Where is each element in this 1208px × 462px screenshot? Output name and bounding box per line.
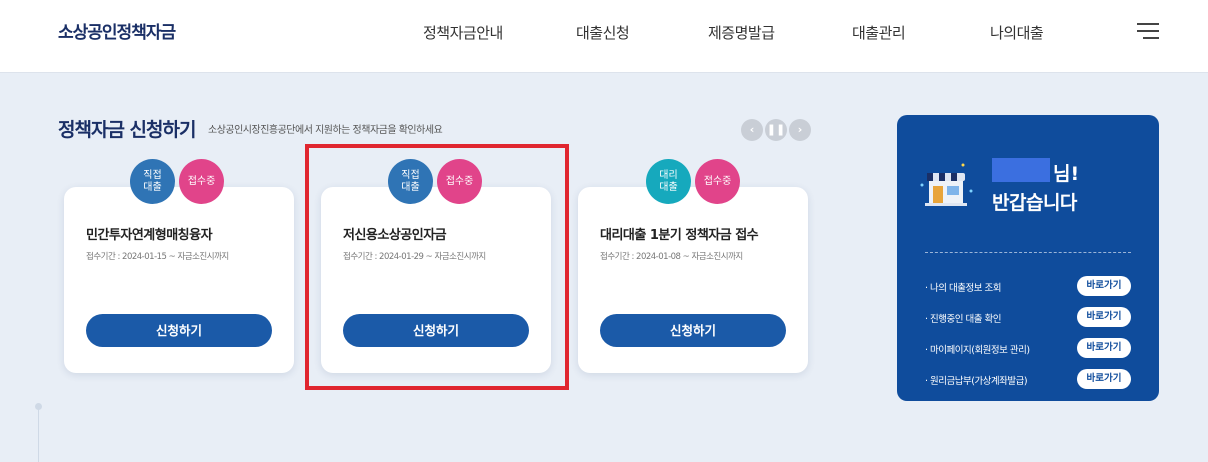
decorative-dot [35, 403, 42, 410]
carousel-prev-icon[interactable]: ‹ [741, 119, 763, 141]
quick-link-label: · 마이페이지(회원정보 관리) [925, 345, 1030, 356]
highlight-box [305, 144, 569, 390]
nav-certificate-issuance[interactable]: 제증명발급 [708, 22, 775, 43]
go-button[interactable]: 바로가기 [1077, 276, 1131, 296]
site-logo[interactable]: 소상공인정책자금 [58, 18, 176, 43]
hamburger-menu-icon[interactable] [1137, 23, 1159, 39]
decorative-line [38, 406, 39, 462]
nav-my-loans[interactable]: 나의대출 [990, 22, 1044, 43]
quick-link-row: · 나의 대출정보 조회 바로가기 [925, 276, 1131, 298]
fund-card-title: 대리대출 1분기 정책자금 접수 [600, 228, 759, 243]
fund-card: 민간투자연계형매칭융자 접수기간 : 2024-01-15 ~ 자금소진시까지 … [64, 187, 294, 373]
fund-card-period: 접수기간 : 2024-01-15 ~ 자금소진시까지 [86, 252, 229, 262]
user-name-redacted [992, 158, 1050, 182]
direct-loan-badge: 직접 대출 [130, 159, 175, 204]
nav-loan-management[interactable]: 대출관리 [852, 22, 906, 43]
nav-loan-application[interactable]: 대출신청 [576, 22, 630, 43]
go-button[interactable]: 바로가기 [1077, 369, 1131, 389]
fund-card: 대리대출 1분기 정책자금 접수 접수기간 : 2024-01-08 ~ 자금소… [578, 187, 808, 373]
quick-link-label: · 나의 대출정보 조회 [925, 283, 1002, 294]
shop-icon [920, 163, 973, 206]
go-button[interactable]: 바로가기 [1077, 338, 1131, 358]
greeting-suffix: 님! [1053, 163, 1080, 185]
status-badge: 접수중 [695, 159, 740, 204]
go-button[interactable]: 바로가기 [1077, 307, 1131, 327]
quick-link-label: · 원리금납부(가상계좌발급) [925, 376, 1028, 387]
panel-divider [925, 252, 1131, 253]
greeting-text: 반갑습니다 [992, 192, 1077, 214]
carousel-pause-icon[interactable]: ❚❚ [765, 119, 787, 141]
fund-card-period: 접수기간 : 2024-01-08 ~ 자금소진시까지 [600, 252, 743, 262]
apply-button[interactable]: 신청하기 [86, 314, 272, 347]
fund-card-title: 민간투자연계형매칭융자 [86, 228, 213, 243]
agent-loan-badge: 대리 대출 [646, 159, 691, 204]
quick-link-row: · 마이페이지(회원정보 관리) 바로가기 [925, 338, 1131, 360]
section-title: 정책자금 신청하기 [58, 119, 196, 141]
quick-link-label: · 진행중인 대출 확인 [925, 314, 1002, 325]
quick-link-row: · 원리금납부(가상계좌발급) 바로가기 [925, 369, 1131, 391]
section-subtitle: 소상공인시장진흥공단에서 지원하는 정책자금을 확인하세요 [208, 125, 443, 136]
status-badge: 접수중 [179, 159, 224, 204]
nav-policy-fund-info[interactable]: 정책자금안내 [423, 22, 503, 43]
user-panel: 님! 반갑습니다 · 나의 대출정보 조회 바로가기 · 진행중인 대출 확인 … [897, 115, 1159, 401]
apply-button[interactable]: 신청하기 [600, 314, 786, 347]
site-header: 소상공인정책자금 정책자금안내 대출신청 제증명발급 대출관리 나의대출 [0, 0, 1208, 73]
quick-link-row: · 진행중인 대출 확인 바로가기 [925, 307, 1131, 329]
carousel-next-icon[interactable]: › [789, 119, 811, 141]
